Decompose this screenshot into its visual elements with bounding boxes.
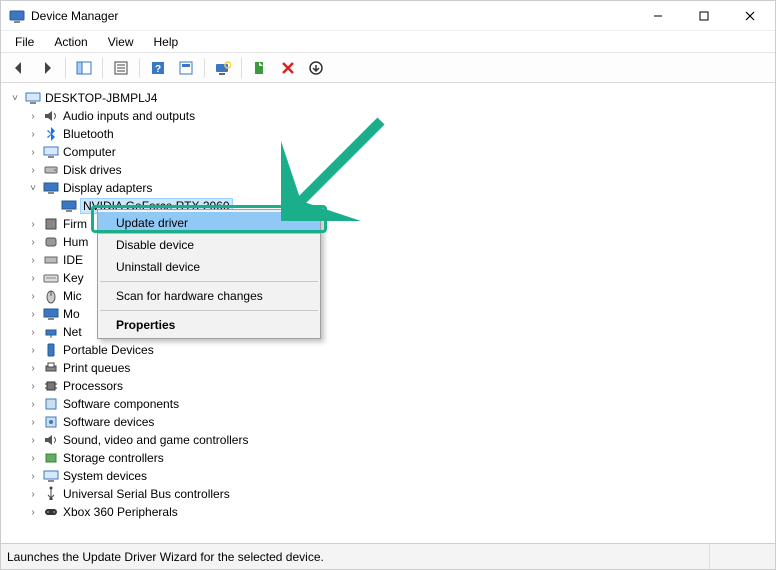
display-icon: [61, 198, 77, 214]
tree-item-computer[interactable]: ›Computer: [27, 143, 775, 161]
expand-icon[interactable]: ›: [27, 146, 39, 158]
context-scan-hardware[interactable]: Scan for hardware changes: [98, 285, 320, 307]
expand-icon[interactable]: ›: [27, 308, 39, 320]
tree-root-label: DESKTOP-JBMPLJ4: [45, 91, 157, 105]
window-title: Device Manager: [31, 9, 118, 23]
menu-help[interactable]: Help: [146, 33, 187, 51]
context-properties[interactable]: Properties: [98, 314, 320, 336]
expand-icon[interactable]: ›: [27, 470, 39, 482]
tree-item-swcomp[interactable]: ›Software components: [27, 395, 775, 413]
usb-icon: [43, 486, 59, 502]
context-separator: [100, 310, 318, 311]
menu-view[interactable]: View: [100, 33, 142, 51]
ide-icon: [43, 252, 59, 268]
maximize-button[interactable]: [681, 1, 727, 31]
disable-button[interactable]: [304, 56, 328, 80]
expand-icon[interactable]: ›: [27, 128, 39, 140]
expand-icon[interactable]: ›: [27, 326, 39, 338]
context-uninstall-device[interactable]: Uninstall device: [98, 256, 320, 278]
expand-icon[interactable]: ›: [27, 488, 39, 500]
expand-icon[interactable]: ›: [27, 254, 39, 266]
collapse-icon[interactable]: ˅: [27, 182, 39, 194]
forward-button[interactable]: [35, 56, 59, 80]
expand-icon[interactable]: ›: [27, 380, 39, 392]
tree-item-xbox[interactable]: ›Xbox 360 Peripherals: [27, 503, 775, 521]
minimize-button[interactable]: [635, 1, 681, 31]
menu-file[interactable]: File: [7, 33, 42, 51]
expand-icon[interactable]: ›: [27, 164, 39, 176]
titlebar: Device Manager: [1, 1, 775, 31]
context-update-driver[interactable]: Update driver: [98, 212, 320, 234]
tree-item-system[interactable]: ›System devices: [27, 467, 775, 485]
menu-action[interactable]: Action: [46, 33, 95, 51]
tree-root[interactable]: ˅ DESKTOP-JBMPLJ4: [9, 89, 775, 107]
update-driver-button[interactable]: [248, 56, 272, 80]
tree-item-bluetooth[interactable]: ›Bluetooth: [27, 125, 775, 143]
expand-icon[interactable]: ›: [27, 398, 39, 410]
tree-item-processors[interactable]: ›Processors: [27, 377, 775, 395]
display-icon: [43, 180, 59, 196]
sw-device-icon: [43, 414, 59, 430]
computer-icon: [43, 144, 59, 160]
expand-icon[interactable]: ›: [27, 452, 39, 464]
expand-icon[interactable]: ›: [27, 290, 39, 302]
disk-icon: [43, 162, 59, 178]
bluetooth-icon: [43, 126, 59, 142]
scan-hardware-button[interactable]: [211, 56, 235, 80]
tree-item-swdev[interactable]: ›Software devices: [27, 413, 775, 431]
tree-item-print[interactable]: ›Print queues: [27, 359, 775, 377]
expand-icon[interactable]: ›: [27, 434, 39, 446]
expand-icon[interactable]: ›: [27, 110, 39, 122]
keyboard-icon: [43, 270, 59, 286]
expand-icon[interactable]: ›: [27, 506, 39, 518]
tree-item-disk[interactable]: ›Disk drives: [27, 161, 775, 179]
app-icon: [9, 8, 25, 24]
mouse-icon: [43, 288, 59, 304]
tree-item-storage[interactable]: ›Storage controllers: [27, 449, 775, 467]
expand-icon[interactable]: ›: [27, 344, 39, 356]
show-hide-console-button[interactable]: [72, 56, 96, 80]
monitor-icon: [43, 306, 59, 322]
speaker-icon: [43, 432, 59, 448]
properties-button[interactable]: [109, 56, 133, 80]
help-button[interactable]: ?: [146, 56, 170, 80]
printer-icon: [43, 360, 59, 376]
system-icon: [43, 468, 59, 484]
expand-icon[interactable]: ›: [27, 236, 39, 248]
close-button[interactable]: [727, 1, 773, 31]
storage-icon: [43, 450, 59, 466]
tree-item-sound[interactable]: ›Sound, video and game controllers: [27, 431, 775, 449]
context-separator: [100, 281, 318, 282]
tree-item-usb[interactable]: ›Universal Serial Bus controllers: [27, 485, 775, 503]
expand-icon[interactable]: ›: [27, 272, 39, 284]
statusbar-pane: [709, 544, 769, 569]
toolbar: ?: [1, 53, 775, 83]
computer-icon: [25, 90, 41, 106]
gamepad-icon: [43, 504, 59, 520]
back-button[interactable]: [7, 56, 31, 80]
menubar: File Action View Help: [1, 31, 775, 53]
action-button[interactable]: [174, 56, 198, 80]
uninstall-button[interactable]: [276, 56, 300, 80]
collapse-icon[interactable]: ˅: [9, 92, 21, 104]
tree-item-display[interactable]: ˅Display adapters: [27, 179, 775, 197]
statusbar: Launches the Update Driver Wizard for th…: [1, 543, 775, 569]
svg-text:?: ?: [155, 64, 161, 75]
speaker-icon: [43, 108, 59, 124]
hid-icon: [43, 234, 59, 250]
context-menu: Update driver Disable device Uninstall d…: [97, 209, 321, 339]
statusbar-text: Launches the Update Driver Wizard for th…: [7, 550, 709, 564]
expand-icon[interactable]: ›: [27, 218, 39, 230]
cpu-icon: [43, 378, 59, 394]
network-icon: [43, 324, 59, 340]
expand-icon[interactable]: ›: [27, 416, 39, 428]
tree-item-audio[interactable]: ›Audio inputs and outputs: [27, 107, 775, 125]
expand-icon[interactable]: ›: [27, 362, 39, 374]
context-disable-device[interactable]: Disable device: [98, 234, 320, 256]
sw-component-icon: [43, 396, 59, 412]
tree-item-portable[interactable]: ›Portable Devices: [27, 341, 775, 359]
portable-icon: [43, 342, 59, 358]
chip-icon: [43, 216, 59, 232]
